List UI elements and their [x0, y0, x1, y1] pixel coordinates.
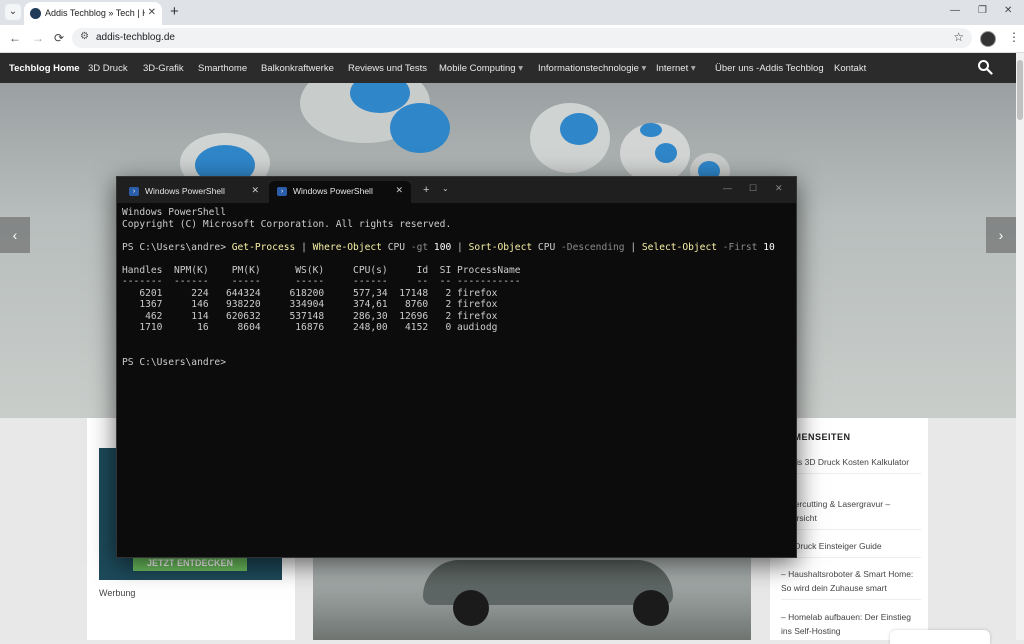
prompt: PS C:\Users\andre> [122, 241, 232, 253]
site-favicon-icon [30, 8, 41, 19]
browser-tab-strip: ⌄ Addis Techblog » Tech | Hardw ✕ + — ❐ … [0, 0, 1024, 25]
close-tab-icon[interactable]: ✕ [251, 185, 259, 196]
nav-item-techblog-home[interactable]: Techblog Home [9, 63, 80, 74]
terminal-output[interactable]: Windows PowerShell Copyright (C) Microsof… [122, 207, 792, 368]
table-row: 462 114 620632 537148 286,30 12696 2 fir… [122, 310, 498, 322]
forward-arrow-icon[interactable]: → [32, 31, 44, 45]
parameter: -Descending [561, 241, 625, 253]
banner-line: Windows PowerShell [122, 207, 226, 218]
cmdlet: Select-Object [641, 241, 717, 253]
close-tab-icon[interactable]: ✕ [148, 7, 156, 18]
browser-tab-title: Addis Techblog » Tech | Hardw [45, 8, 145, 18]
parameter: -First [717, 241, 758, 253]
nav-item-kontakt[interactable]: Kontakt [834, 63, 866, 74]
cookie-widget[interactable] [890, 630, 990, 644]
slider-next-arrow-icon[interactable]: › [986, 217, 1016, 253]
number-literal: 100 [428, 241, 452, 253]
table-rule: ------- ------ ----- ----- ------ -- -- … [122, 276, 521, 287]
close-tab-icon[interactable]: ✕ [395, 185, 403, 196]
minimize-icon[interactable]: — [950, 5, 960, 16]
pipe: | [624, 241, 642, 253]
url-text[interactable]: addis-techblog.de [96, 32, 175, 43]
address-bar[interactable]: ⚙ addis-techblog.de ☆ [72, 28, 972, 48]
nav-item-mobile-computing[interactable]: Mobile Computing ▾ [439, 63, 523, 74]
table-row: 1367 146 938220 334904 374,61 8760 2 fir… [122, 299, 498, 310]
back-arrow-icon[interactable]: ← [9, 31, 21, 45]
nav-item-reviews-und-tests[interactable]: Reviews und Tests [348, 63, 427, 74]
restore-icon[interactable]: ❐ [978, 5, 987, 16]
browser-tab[interactable]: Addis Techblog » Tech | Hardw ✕ [24, 2, 162, 25]
cmdlet: Sort-Object [468, 241, 533, 253]
cmdlet: Get-Process [231, 241, 296, 253]
table-row: 1710 16 8604 16876 248,00 4152 0 audiodg [122, 322, 498, 333]
terminal-tab-active[interactable]: › Windows PowerShell ✕ [269, 181, 411, 203]
profile-dropdown-chevron-icon[interactable]: ⌄ [442, 184, 449, 193]
chevron-down-icon: ▾ [518, 63, 523, 74]
profile-avatar-icon[interactable] [980, 31, 996, 47]
nav-item-3d-druck[interactable]: 3D Druck [88, 63, 128, 74]
page-scrollbar-thumb[interactable] [1017, 60, 1023, 120]
address-toolbar: ← → ⟳ ⚙ addis-techblog.de ☆ ⋮ [0, 25, 1024, 53]
nav-item-informationstechnologie[interactable]: Informationstechnologie ▾ [538, 63, 646, 74]
pipe: | [295, 241, 313, 253]
nav-item-internet[interactable]: Internet ▾ [656, 63, 696, 74]
nav-item-ueber-uns[interactable]: Über uns -Addis Techblog [715, 63, 824, 74]
powershell-icon: › [277, 187, 287, 196]
argument: CPU [532, 241, 562, 253]
cmdlet: Where-Object [312, 241, 382, 253]
page-scrollbar[interactable] [1016, 53, 1024, 640]
browser-menu-kebab-icon[interactable]: ⋮ [1008, 30, 1020, 44]
terminal-tab[interactable]: › Windows PowerShell ✕ [121, 181, 267, 203]
sidebar-link[interactable]: 3D Druck Einsteiger Guide [781, 539, 921, 558]
nav-item-smarthome[interactable]: Smarthome [198, 63, 247, 74]
tab-search-chevron-icon[interactable]: ⌄ [5, 4, 21, 20]
chevron-down-icon: ▾ [690, 63, 696, 74]
new-tab-plus-icon[interactable]: + [170, 3, 179, 20]
terminal-minimize-icon[interactable]: — [723, 183, 732, 193]
site-navigation-bar: Techblog Home 3D Druck 3D-Grafik Smartho… [0, 53, 1016, 83]
slider-prev-arrow-icon[interactable]: ‹ [0, 217, 30, 253]
powershell-icon: › [129, 187, 139, 196]
sidebar-link[interactable]: Lasercutting & Lasergravur – Übersicht [781, 497, 921, 530]
sidebar-link[interactable]: Addis 3D Druck Kosten Kalkulator [781, 455, 921, 474]
article-image-car[interactable] [313, 552, 751, 640]
site-info-tune-icon[interactable]: ⚙ [80, 31, 89, 42]
nav-item-3d-grafik[interactable]: 3D-Grafik [143, 63, 184, 74]
table-row: 6201 224 644324 618200 577,34 17148 2 fi… [122, 287, 498, 299]
terminal-tab-bar: › Windows PowerShell ✕ › Windows PowerSh… [117, 177, 796, 203]
powershell-terminal-window[interactable]: › Windows PowerShell ✕ › Windows PowerSh… [116, 176, 797, 558]
search-icon[interactable] [977, 59, 993, 75]
command-line: PS C:\Users\andre> Get-Process | Where-O… [122, 242, 792, 254]
reload-icon[interactable]: ⟳ [54, 31, 64, 45]
sidebar-link[interactable]: – Haushaltsroboter & Smart Home: So wird… [781, 567, 921, 600]
final-prompt: PS C:\Users\andre> [122, 356, 226, 368]
nav-item-balkonkraftwerke[interactable]: Balkonkraftwerke [261, 63, 334, 74]
terminal-maximize-icon[interactable]: ☐ [749, 183, 757, 194]
process-table: 6201 224 644324 618200 577,34 17148 2 fi… [122, 288, 792, 334]
banner-line: Copyright (C) Microsoft Corporation. All… [122, 218, 452, 230]
number-literal: 10 [757, 241, 775, 253]
new-terminal-tab-plus-icon[interactable]: + [423, 184, 429, 196]
chevron-down-icon: ▾ [641, 63, 647, 74]
bookmark-star-icon[interactable]: ☆ [953, 30, 964, 44]
close-window-icon[interactable]: ✕ [1004, 5, 1012, 16]
ad-label: Werbung [99, 588, 136, 598]
table-header: Handles NPM(K) PM(K) WS(K) CPU(s) Id SI … [122, 264, 521, 276]
pipe: | [451, 241, 469, 253]
terminal-tab-label: Windows PowerShell [145, 186, 225, 196]
terminal-tab-label: Windows PowerShell [293, 186, 373, 196]
terminal-close-icon[interactable]: ✕ [775, 183, 783, 194]
parameter: -gt [410, 241, 429, 253]
argument: CPU [381, 241, 411, 253]
